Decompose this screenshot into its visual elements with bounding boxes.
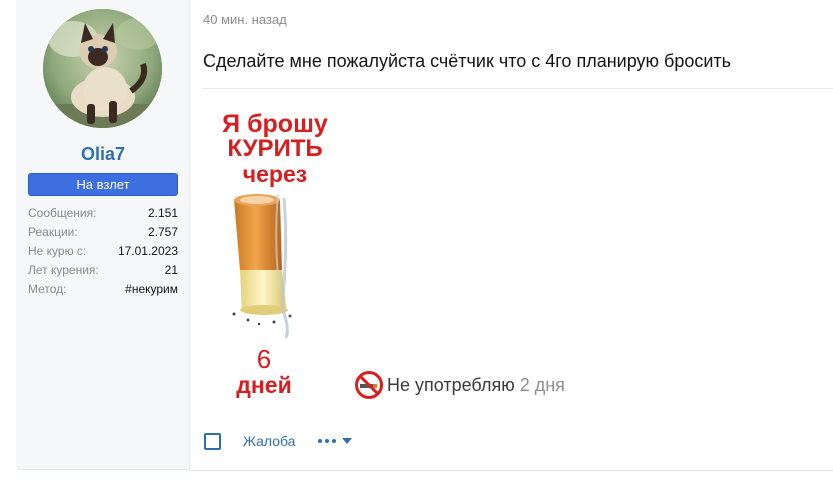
stat-row-messages: Сообщения: 2.151 — [28, 204, 178, 223]
avatar-image — [43, 9, 162, 128]
post-message: Сделайте мне пожалуйста счётчик что с 4г… — [203, 51, 732, 71]
user-title-badge: На взлет — [28, 173, 178, 196]
left-edge — [0, 0, 16, 479]
no-smoking-icon — [355, 371, 383, 399]
user-stats: Сообщения: 2.151 Реакции: 2.757 Не курю … — [28, 204, 178, 299]
select-post-checkbox[interactable] — [204, 432, 221, 450]
stat-value: 2.757 — [147, 225, 178, 239]
stat-label: Сообщения: — [28, 206, 97, 220]
stat-row-smoking-years: Лет курения: 21 — [28, 261, 178, 280]
post-content: 40 мин. назад Сделайте мне пожалуйста сч… — [190, 0, 833, 479]
stat-row-reactions: Реакции: 2.757 — [28, 223, 178, 242]
username[interactable]: Olia7 — [16, 144, 190, 165]
stat-row-method: Метод: #некурим — [28, 280, 178, 299]
stat-value: 21 — [164, 263, 178, 277]
signature-text: Не употребляю — [387, 374, 515, 395]
banner-unit: дней — [236, 372, 291, 398]
quit-banner-image: Я брошу КУРИТЬ через 6 дней — [222, 110, 328, 398]
stat-value: 2.151 — [147, 206, 178, 220]
page: Olia7 На взлет Сообщения: 2.151 Реакции:… — [0, 0, 833, 479]
divider — [203, 88, 833, 89]
stat-label: Реакции: — [28, 225, 78, 239]
report-link[interactable]: Жалоба — [243, 433, 295, 449]
stat-label: Метод: — [28, 282, 67, 296]
post-actions: Жалоба — [204, 430, 353, 452]
stat-row-quit-date: Не курю с: 17.01.2023 — [28, 242, 178, 261]
post-timestamp[interactable]: 40 мин. назад — [203, 12, 287, 27]
user-panel: Olia7 На взлет Сообщения: 2.151 Реакции:… — [16, 0, 190, 470]
signature-days: 2 дня — [519, 374, 565, 395]
ellipsis-icon — [318, 438, 353, 444]
banner-line1: Я брошу — [222, 110, 328, 138]
post-bottom-border — [190, 470, 833, 471]
quit-signature: Не употребляю 2 дня — [346, 365, 661, 405]
stat-label: Не курю с: — [28, 244, 87, 258]
user-avatar[interactable] — [43, 9, 162, 128]
banner-line3: через — [243, 161, 307, 187]
quit-counter-banner: Я брошу КУРИТЬ через 6 дней — [204, 98, 346, 404]
more-actions-menu[interactable] — [317, 434, 353, 448]
stat-label: Лет курения: — [28, 263, 99, 277]
stat-value: 17.01.2023 — [117, 244, 178, 258]
banner-count: 6 — [257, 344, 271, 374]
stat-value: #некурим — [125, 282, 178, 296]
banner-line2: КУРИТЬ — [227, 135, 322, 162]
